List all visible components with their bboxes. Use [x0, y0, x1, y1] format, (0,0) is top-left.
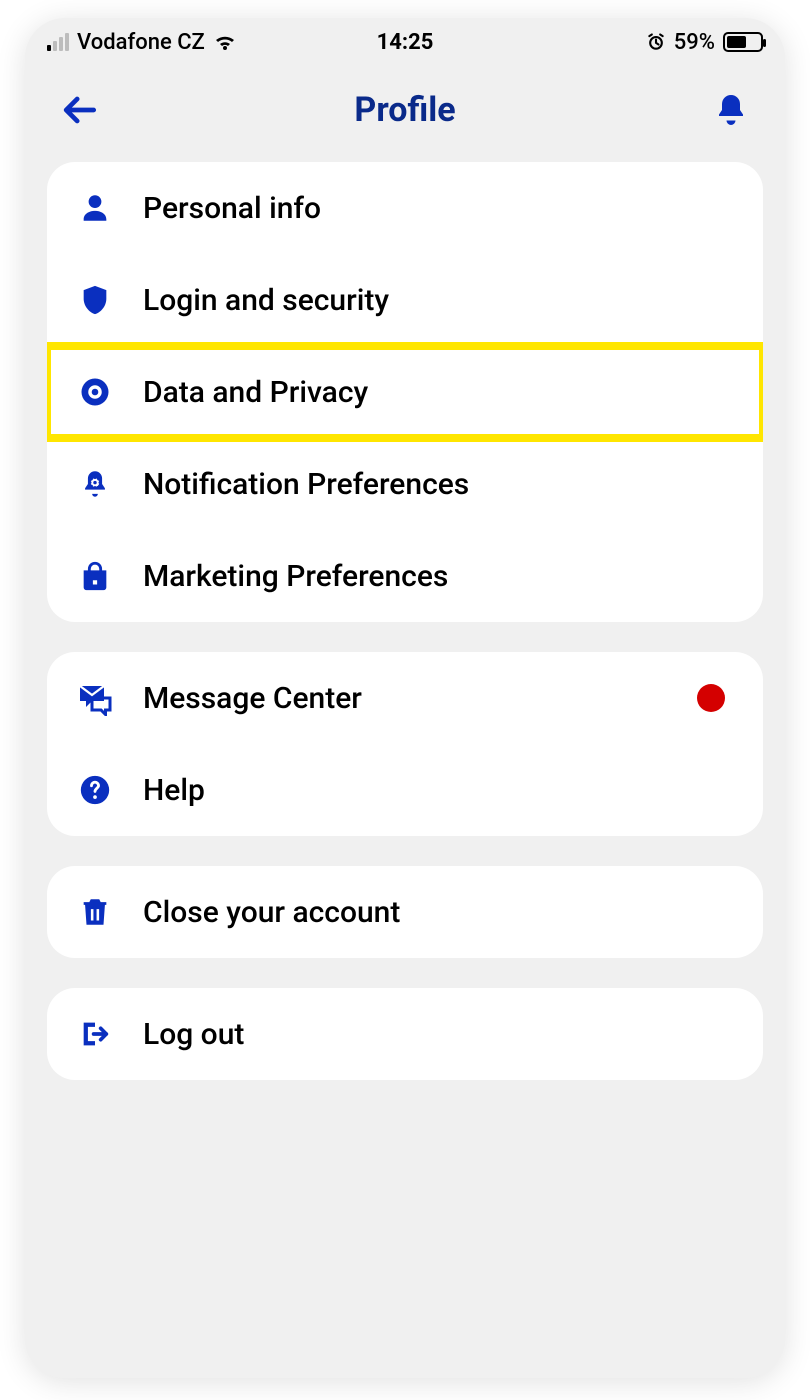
- wifi-icon: [213, 32, 237, 52]
- row-label: Help: [143, 773, 735, 808]
- person-icon: [75, 188, 115, 228]
- row-label: Login and security: [143, 283, 735, 318]
- unread-dot-icon: [697, 684, 725, 712]
- trash-icon: [75, 892, 115, 932]
- logout-icon: [75, 1014, 115, 1054]
- row-label: Message Center: [143, 681, 669, 716]
- row-personal-info[interactable]: Personal info: [47, 162, 763, 254]
- row-label: Close your account: [143, 895, 735, 930]
- bell-gear-icon: [75, 464, 115, 504]
- profile-settings-card: Personal info Login and security Data an…: [47, 162, 763, 622]
- notifications-button[interactable]: [707, 86, 755, 134]
- battery-pct-label: 59%: [674, 30, 715, 55]
- status-bar: Vodafone CZ 14:25 59%: [25, 18, 785, 66]
- carrier-label: Vodafone CZ: [77, 30, 205, 55]
- battery-icon: [723, 32, 763, 52]
- arrow-left-icon: [57, 88, 101, 132]
- app-header: Profile: [25, 66, 785, 162]
- row-marketing-prefs[interactable]: Marketing Preferences: [47, 530, 763, 622]
- logout-card: Log out: [47, 988, 763, 1080]
- bag-icon: [75, 556, 115, 596]
- message-icon: [75, 678, 115, 718]
- bell-icon: [713, 92, 749, 128]
- close-account-card: Close your account: [47, 866, 763, 958]
- support-card: Message Center Help: [47, 652, 763, 836]
- eye-icon: [75, 372, 115, 412]
- row-login-security[interactable]: Login and security: [47, 254, 763, 346]
- shield-icon: [75, 280, 115, 320]
- row-label: Log out: [143, 1017, 735, 1052]
- row-notification-prefs[interactable]: Notification Preferences: [47, 438, 763, 530]
- row-log-out[interactable]: Log out: [47, 988, 763, 1080]
- row-label: Marketing Preferences: [143, 559, 735, 594]
- cell-signal-icon: [47, 33, 69, 51]
- row-label: Personal info: [143, 191, 735, 226]
- row-data-privacy[interactable]: Data and Privacy: [47, 342, 763, 442]
- row-label: Notification Preferences: [143, 467, 735, 502]
- row-close-account[interactable]: Close your account: [47, 866, 763, 958]
- alarm-icon: [646, 32, 666, 52]
- row-label: Data and Privacy: [143, 375, 735, 410]
- row-help[interactable]: Help: [47, 744, 763, 836]
- help-icon: [75, 770, 115, 810]
- row-message-center[interactable]: Message Center: [47, 652, 763, 744]
- page-title: Profile: [354, 90, 455, 130]
- back-button[interactable]: [55, 86, 103, 134]
